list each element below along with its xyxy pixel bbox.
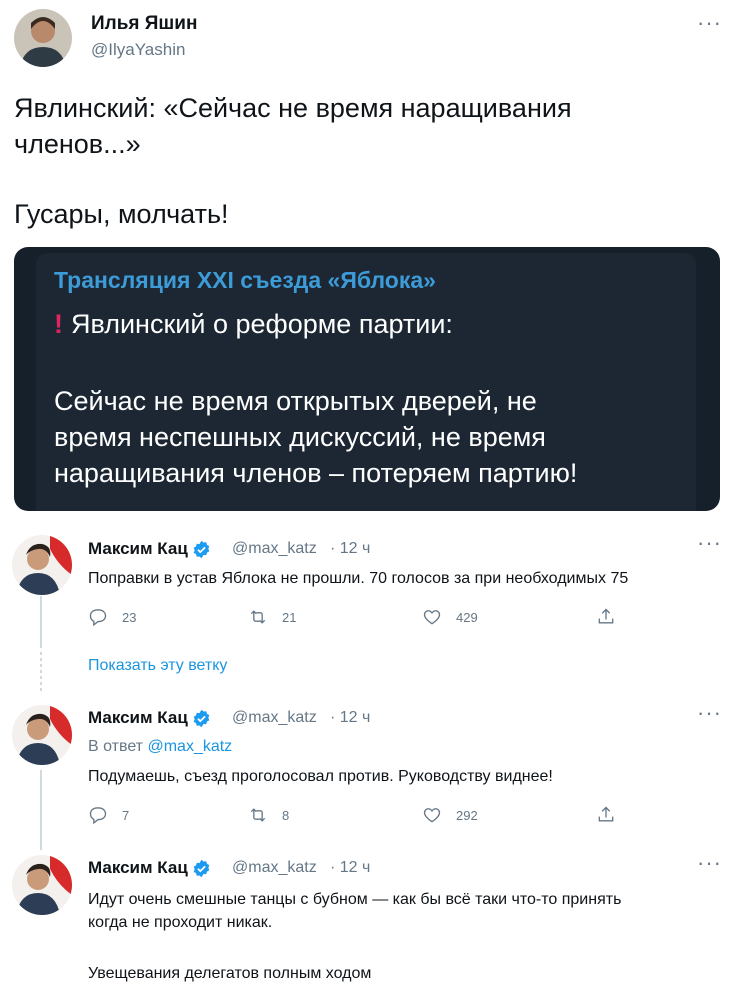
exclamation-icon: ! bbox=[54, 309, 63, 339]
reply-avatar-image bbox=[12, 535, 72, 595]
verified-badge-icon bbox=[193, 859, 210, 878]
more-options-icon[interactable]: ··· bbox=[697, 532, 722, 554]
heart-icon bbox=[423, 808, 441, 823]
author-handle[interactable]: @IlyaYashin bbox=[91, 40, 185, 60]
reply-icon bbox=[89, 609, 107, 627]
retweet-icon bbox=[250, 808, 266, 822]
reply-button[interactable]: 23 bbox=[88, 607, 136, 627]
tweet-text-line: Гусары, молчать! bbox=[14, 199, 229, 229]
like-count: 429 bbox=[456, 609, 478, 625]
reply-icon bbox=[89, 807, 107, 825]
reply-author-name[interactable]: Максим Кац bbox=[88, 858, 211, 878]
heart-icon bbox=[423, 610, 441, 625]
reply-handle[interactable]: @max_katz bbox=[232, 709, 317, 727]
retweet-button[interactable]: 21 bbox=[248, 607, 296, 627]
share-button[interactable] bbox=[596, 805, 630, 825]
verified-badge-icon bbox=[193, 540, 210, 559]
reply-to-handle[interactable]: @max_katz bbox=[147, 738, 232, 755]
like-button[interactable]: 429 bbox=[422, 607, 478, 627]
more-options-icon[interactable]: ··· bbox=[697, 702, 722, 724]
reply-count: 7 bbox=[122, 807, 130, 823]
reply-avatar[interactable] bbox=[12, 855, 72, 915]
reply-author-name-text[interactable]: Максим Кац bbox=[88, 858, 188, 877]
reply-avatar-image bbox=[12, 855, 72, 915]
reply-avatar-image bbox=[12, 705, 72, 765]
reply-handle[interactable]: @max_katz bbox=[232, 859, 317, 877]
reply-author-name[interactable]: Максим Кац bbox=[88, 708, 211, 728]
thread-line bbox=[40, 596, 42, 648]
reply-to-label: В ответ @max_katz bbox=[88, 738, 232, 756]
author-avatar[interactable] bbox=[14, 9, 72, 67]
author-avatar-image bbox=[14, 9, 72, 67]
tweet-text-line: членов...» bbox=[14, 129, 141, 159]
channel-title: Трансляция XXI съезда «Яблока» bbox=[54, 267, 436, 293]
embedded-image[interactable]: Трансляция XXI съезда «Яблока» ! Явлински… bbox=[14, 247, 720, 511]
reply-time[interactable]: · 12 ч bbox=[330, 859, 370, 877]
more-options-icon[interactable]: ··· bbox=[697, 852, 722, 874]
reply-author-name[interactable]: Максим Кац bbox=[88, 539, 211, 559]
like-count: 292 bbox=[456, 807, 478, 823]
retweet-button[interactable]: 8 bbox=[248, 805, 289, 825]
reply-avatar[interactable] bbox=[12, 535, 72, 595]
reply-text: Идут очень смешные танцы с бубном — как … bbox=[88, 891, 622, 908]
thread-dots bbox=[40, 652, 42, 692]
reply-handle[interactable]: @max_katz bbox=[232, 540, 317, 558]
tweet-text-line: Явлинский: «Сейчас не время наращивания bbox=[14, 93, 572, 123]
reply-actions: 7 8 292 bbox=[88, 805, 628, 829]
author-name[interactable]: Илья Яшин bbox=[91, 13, 197, 35]
reply-text: Поправки в устав Яблока не прошли. 70 го… bbox=[88, 570, 629, 587]
quote-line: Сейчас не время открытых дверей, не bbox=[54, 386, 537, 416]
message-subtitle-text: Явлинский о реформе партии: bbox=[71, 309, 453, 339]
quote-line: наращивания членов – потеряем партию! bbox=[54, 458, 578, 488]
reply-author-name-text[interactable]: Максим Кац bbox=[88, 539, 188, 558]
message-quote: Сейчас не время открытых дверей, не врем… bbox=[54, 383, 694, 491]
embedded-message-bubble: Трансляция XXI съезда «Яблока» ! Явлински… bbox=[36, 253, 696, 511]
reply-author-name-text[interactable]: Максим Кац bbox=[88, 708, 188, 727]
retweet-icon bbox=[250, 610, 266, 624]
share-icon bbox=[598, 806, 614, 822]
share-icon bbox=[598, 608, 614, 624]
reply-button[interactable]: 7 bbox=[88, 805, 129, 825]
reply-actions: 23 21 429 bbox=[88, 607, 628, 631]
reply-to-prefix: В ответ bbox=[88, 738, 144, 755]
reply-text: Подумаешь, съезд проголосовал против. Ру… bbox=[88, 768, 553, 785]
verified-badge-icon bbox=[193, 709, 210, 728]
like-button[interactable]: 292 bbox=[422, 805, 478, 825]
reply-time[interactable]: · 12 ч bbox=[330, 709, 370, 727]
reply-text: Увещевания делегатов полным ходом bbox=[88, 965, 372, 982]
more-options-icon[interactable]: ··· bbox=[697, 12, 722, 34]
reply-text: когда не проходит никак. bbox=[88, 914, 273, 931]
show-thread-link[interactable]: Показать эту ветку bbox=[88, 657, 227, 675]
reply-time[interactable]: · 12 ч bbox=[330, 540, 370, 558]
quote-line: время неспешных дискуссий, не время bbox=[54, 422, 546, 452]
message-subtitle: ! Явлинский о реформе партии: bbox=[54, 309, 453, 340]
reply-avatar[interactable] bbox=[12, 705, 72, 765]
retweet-count: 8 bbox=[282, 807, 290, 823]
reply-count: 23 bbox=[122, 609, 137, 625]
thread-line bbox=[40, 770, 42, 850]
share-button[interactable] bbox=[596, 607, 630, 627]
retweet-count: 21 bbox=[282, 609, 297, 625]
